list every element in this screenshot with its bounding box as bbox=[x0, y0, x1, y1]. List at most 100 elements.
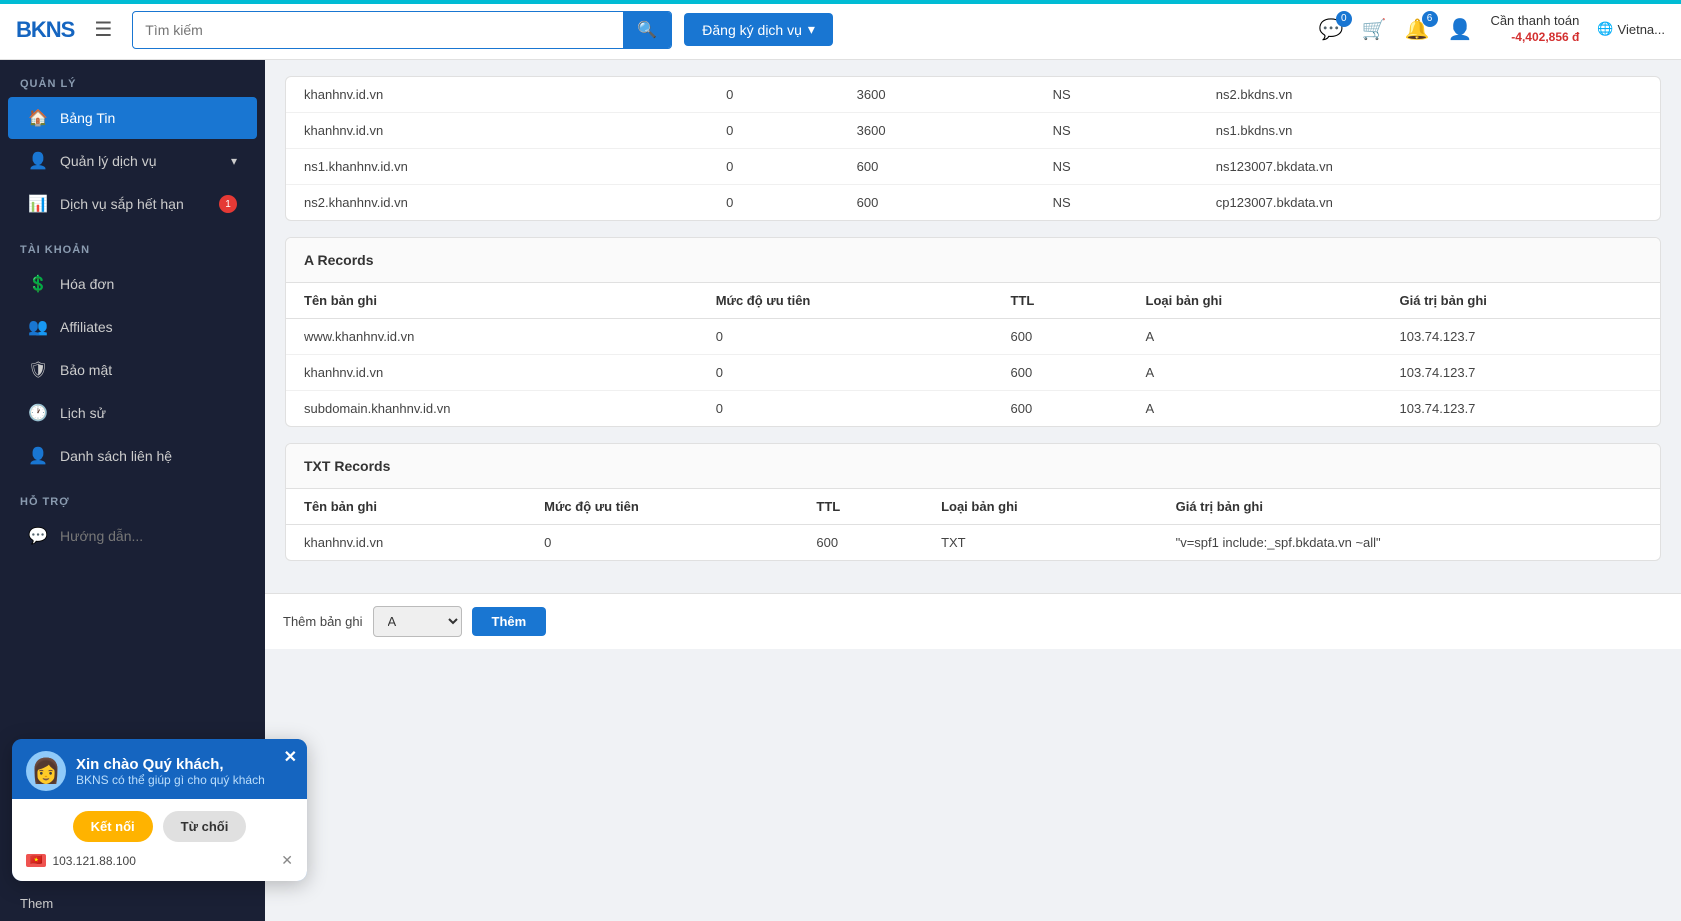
register-label: Đăng ký dịch vụ bbox=[702, 22, 802, 38]
sidebar-expiring-label: Dịch vụ sắp hết hạn bbox=[60, 196, 184, 212]
cell-value: ns123007.bkdata.vn bbox=[1198, 149, 1660, 185]
ns-records-section: khanhnv.id.vn 0 3600 NS ns2.bkdns.vn kha… bbox=[285, 76, 1661, 221]
section-account-label: TÀI KHOẢN bbox=[0, 226, 265, 262]
invoice-icon: 💲 bbox=[28, 274, 48, 294]
chat-connect-button[interactable]: Kết nối bbox=[73, 811, 153, 842]
sidebar-invoices-label: Hóa đơn bbox=[60, 276, 114, 292]
nav-icons: 💬 0 🛒 🔔 6 👤 Cần thanh toán -4,402,856 đ … bbox=[1319, 13, 1665, 45]
txt-records-title: TXT Records bbox=[286, 444, 1660, 489]
sidebar-item-affiliates[interactable]: 👥 Affiliates bbox=[8, 306, 257, 348]
a-records-section: A Records Tên bản ghi Mức độ ưu tiên TTL… bbox=[285, 237, 1661, 427]
cell-value: 103.74.123.7 bbox=[1382, 391, 1661, 427]
cell-type: NS bbox=[1035, 185, 1198, 221]
payment-warning: Cần thanh toán -4,402,856 đ bbox=[1490, 13, 1579, 45]
chat-widget: ✕ 👩 Xin chào Quý khách, BKNS có thể giúp… bbox=[12, 739, 307, 881]
expiring-icon: 📊 bbox=[28, 194, 48, 214]
expiring-badge: 1 bbox=[219, 195, 237, 213]
sidebar-history-label: Lịch sử bbox=[60, 405, 106, 421]
sidebar-dashboard-label: Bảng Tin bbox=[60, 110, 115, 126]
contacts-icon: 👤 bbox=[28, 446, 48, 466]
cell-priority: 0 bbox=[708, 77, 839, 113]
theme-label: Them bbox=[20, 896, 53, 911]
chat-avatar: 👩 bbox=[26, 751, 66, 791]
col-priority: Mức độ ưu tiên bbox=[698, 283, 993, 319]
cell-ttl: 600 bbox=[993, 391, 1128, 427]
chat-subtitle: BKNS có thể giúp gì cho quý khách bbox=[76, 773, 265, 787]
sidebar-services-label: Quản lý dịch vụ bbox=[60, 153, 157, 169]
chevron-down-icon: ▾ bbox=[808, 21, 815, 38]
sidebar-item-history[interactable]: 🕐 Lịch sử bbox=[8, 392, 257, 434]
messages-icon-wrap[interactable]: 💬 0 bbox=[1319, 17, 1344, 42]
chat-ip-row: 🇻🇳 103.121.88.100 ✕ bbox=[26, 852, 293, 869]
sidebar-affiliates-label: Affiliates bbox=[60, 319, 113, 335]
col-value: Giá trị bản ghi bbox=[1382, 283, 1661, 319]
cell-ttl: 600 bbox=[839, 185, 1035, 221]
sidebar-item-security[interactable]: 🛡 Bảo mật bbox=[8, 349, 257, 391]
hamburger-icon[interactable]: ☰ bbox=[94, 17, 112, 42]
chat-close-button[interactable]: ✕ bbox=[284, 747, 297, 767]
record-type-select[interactable]: AAAAACNAMEMXNSTXTSRV bbox=[373, 606, 462, 637]
cell-priority: 0 bbox=[708, 149, 839, 185]
logo: BKNS bbox=[16, 17, 74, 43]
register-service-button[interactable]: Đăng ký dịch vụ ▾ bbox=[684, 13, 833, 46]
chat-buttons: Kết nối Từ chối bbox=[26, 811, 293, 842]
table-row: khanhnv.id.vn 0 600 A 103.74.123.7 bbox=[286, 355, 1660, 391]
cell-priority: 0 bbox=[698, 355, 993, 391]
cart-icon-wrap[interactable]: 🛒 bbox=[1362, 17, 1387, 42]
sidebar-item-invoices[interactable]: 💲 Hóa đơn bbox=[8, 263, 257, 305]
sidebar-item-contacts[interactable]: 👤 Danh sách liên hệ bbox=[8, 435, 257, 477]
sidebar-item-dashboard[interactable]: 🏠 Bảng Tin bbox=[8, 97, 257, 139]
search-input[interactable] bbox=[133, 14, 623, 46]
user-icon-wrap[interactable]: 👤 bbox=[1448, 17, 1473, 42]
a-records-title: A Records bbox=[286, 238, 1660, 283]
bell-badge: 6 bbox=[1422, 11, 1438, 27]
cell-ttl: 600 bbox=[839, 149, 1035, 185]
cell-type: NS bbox=[1035, 113, 1198, 149]
chat-ip-address: 103.121.88.100 bbox=[52, 854, 135, 868]
cell-value: ns1.bkdns.vn bbox=[1198, 113, 1660, 149]
sidebar-item-expiring[interactable]: 📊 Dịch vụ sắp hết hạn 1 bbox=[8, 183, 257, 225]
add-record-button[interactable]: Thêm bbox=[472, 607, 547, 636]
cell-type: A bbox=[1128, 355, 1382, 391]
chat-decline-button[interactable]: Từ chối bbox=[163, 811, 247, 842]
services-icon: 👤 bbox=[28, 151, 48, 171]
home-icon: 🏠 bbox=[28, 108, 48, 128]
main-content: khanhnv.id.vn 0 3600 NS ns2.bkdns.vn kha… bbox=[265, 60, 1681, 921]
sidebar-item-services[interactable]: 👤 Quản lý dịch vụ ▾ bbox=[8, 140, 257, 182]
cell-name: www.khanhnv.id.vn bbox=[286, 319, 698, 355]
language-selector[interactable]: 🌐 Vietna... bbox=[1597, 21, 1665, 37]
table-row: khanhnv.id.vn 0 3600 NS ns2.bkdns.vn bbox=[286, 77, 1660, 113]
cell-ttl: 3600 bbox=[839, 113, 1035, 149]
chat-ip-close-icon[interactable]: ✕ bbox=[281, 852, 293, 869]
cell-name: khanhnv.id.vn bbox=[286, 113, 708, 149]
chevron-icon: ▾ bbox=[231, 154, 237, 168]
chat-header: ✕ 👩 Xin chào Quý khách, BKNS có thể giúp… bbox=[12, 739, 307, 799]
sidebar-contacts-label: Danh sách liên hệ bbox=[60, 448, 172, 464]
txt-records-table: Tên bản ghi Mức độ ưu tiên TTL Loại bản … bbox=[286, 489, 1660, 560]
add-record-bar: Thêm bản ghi AAAAACNAMEMXNSTXTSRV Thêm bbox=[265, 593, 1681, 649]
history-icon: 🕐 bbox=[28, 403, 48, 423]
cell-ttl: 600 bbox=[993, 355, 1128, 391]
search-button[interactable]: 🔍 bbox=[623, 12, 671, 48]
bell-icon-wrap[interactable]: 🔔 6 bbox=[1405, 17, 1430, 42]
cell-priority: 0 bbox=[708, 113, 839, 149]
search-bar: 🔍 bbox=[132, 11, 672, 49]
table-row: ns1.khanhnv.id.vn 0 600 NS ns123007.bkda… bbox=[286, 149, 1660, 185]
a-records-table: Tên bản ghi Mức độ ưu tiên TTL Loại bản … bbox=[286, 283, 1660, 426]
section-manage-label: QUẢN LÝ bbox=[0, 60, 265, 96]
cell-ttl: 600 bbox=[798, 525, 923, 561]
cell-value: "v=spf1 include:_spf.bkdata.vn ~all" bbox=[1158, 525, 1660, 561]
messages-badge: 0 bbox=[1336, 11, 1352, 27]
cell-type: A bbox=[1128, 391, 1382, 427]
sidebar-support-label: Hướng dẫn... bbox=[60, 528, 143, 544]
col-type: Loại bản ghi bbox=[1128, 283, 1382, 319]
language-label: Vietna... bbox=[1618, 22, 1665, 37]
cell-type: TXT bbox=[923, 525, 1158, 561]
table-row: www.khanhnv.id.vn 0 600 A 103.74.123.7 bbox=[286, 319, 1660, 355]
table-row: subdomain.khanhnv.id.vn 0 600 A 103.74.1… bbox=[286, 391, 1660, 427]
txt-col-ttl: TTL bbox=[798, 489, 923, 525]
col-name: Tên bản ghi bbox=[286, 283, 698, 319]
sidebar-item-support[interactable]: 💬 Hướng dẫn... bbox=[8, 515, 257, 557]
add-record-label: Thêm bản ghi bbox=[283, 614, 363, 629]
cell-type: NS bbox=[1035, 77, 1198, 113]
